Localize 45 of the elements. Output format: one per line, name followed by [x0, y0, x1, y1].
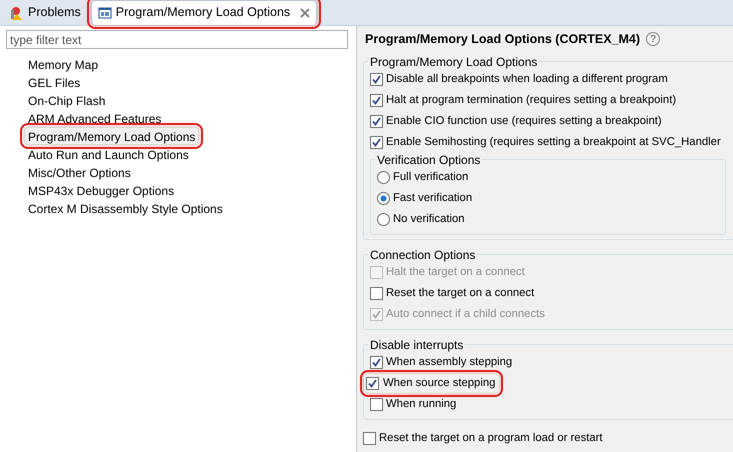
tree-item[interactable]: Auto Run and Launch Options: [24, 145, 193, 163]
group-title: Connection Options: [369, 248, 476, 262]
option-label: No verification: [393, 212, 465, 227]
option-label: Halt the target on a connect: [386, 264, 525, 280]
radio-button[interactable]: [377, 192, 390, 205]
checkbox[interactable]: [370, 114, 383, 128]
group-title: Program/Memory Load Options: [369, 54, 538, 69]
checkbox[interactable]: [363, 432, 376, 445]
radio-button[interactable]: [377, 212, 390, 226]
page-title: Program/Memory Load Options (CORTEX_M4): [365, 31, 640, 48]
option-label: Reset the target on a connect: [386, 286, 534, 301]
radio-button[interactable]: [377, 170, 390, 184]
problems-icon: [10, 6, 24, 20]
checkbox[interactable]: [370, 94, 383, 107]
option-label: Reset the target on a program load or restart: [379, 430, 603, 446]
tree-item[interactable]: Memory Map: [24, 55, 102, 73]
tree-item[interactable]: ARM Advanced Features: [24, 109, 166, 127]
option-label: Enable Semihosting (requires setting a breakpoint at SVC_Handler: [386, 134, 721, 150]
tree-item[interactable]: GEL Files: [24, 73, 84, 91]
tree-item[interactable]: On-Chip Flash: [24, 91, 110, 109]
checkbox[interactable]: [370, 398, 383, 411]
option-label: When assembly stepping: [386, 354, 512, 370]
option-label: Disable all breakpoints when loading a different program: [386, 72, 668, 87]
checkbox[interactable]: [370, 356, 383, 369]
tree-item[interactable]: Cortex M Disassembly Style Options: [24, 199, 227, 217]
tab[interactable]: Problems: [3, 0, 88, 25]
option-label: Halt at program termination (requires setting a breakpoint): [386, 92, 676, 108]
help-icon[interactable]: ?: [646, 32, 660, 46]
checkbox[interactable]: [370, 72, 383, 86]
option-label: Fast verification: [393, 190, 472, 206]
filter-field[interactable]: type filter text: [6, 30, 348, 49]
tree-item[interactable]: Misc/Other Options: [24, 163, 135, 181]
option-label: When running: [386, 396, 456, 412]
option-label: Full verification: [393, 170, 468, 185]
option-label: Enable CIO function use (requires setting a breakpoint): [386, 114, 662, 129]
option-label: Auto connect if a child connects: [386, 306, 545, 322]
editor-icon: [98, 6, 112, 20]
checkbox[interactable]: [366, 376, 379, 390]
option-label: When source stepping: [383, 376, 496, 391]
tree-item[interactable]: MSP43x Debugger Options: [24, 181, 178, 199]
checkbox[interactable]: [370, 286, 383, 300]
checkbox[interactable]: [370, 136, 383, 149]
close-icon[interactable]: [300, 8, 310, 18]
group-title: Disable interrupts: [369, 338, 464, 352]
group-title: Verification Options: [376, 152, 482, 167]
